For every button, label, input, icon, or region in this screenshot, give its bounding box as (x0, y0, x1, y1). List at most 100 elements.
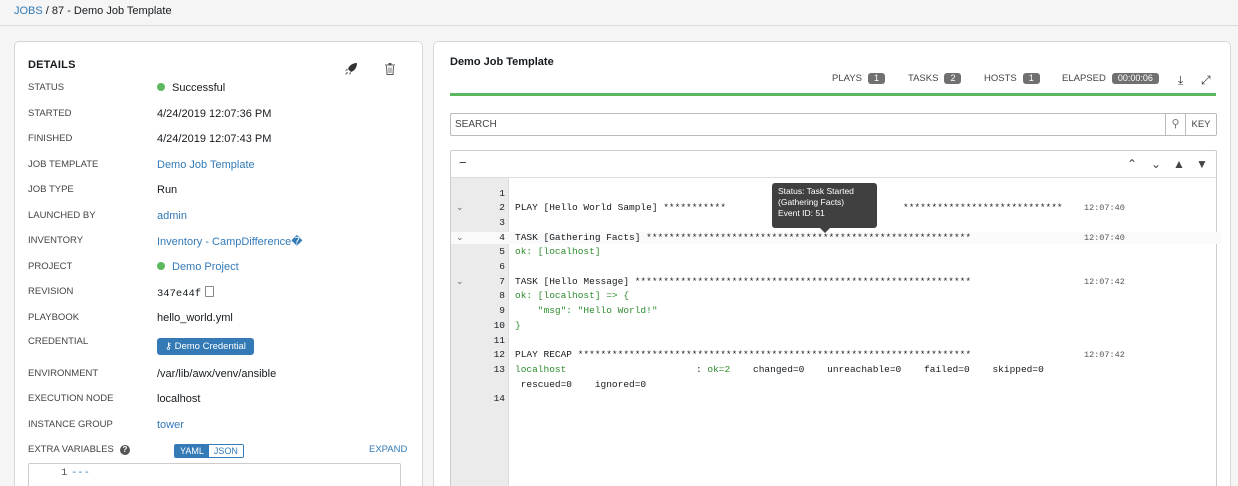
line-text: ok: [localhost] (515, 246, 601, 257)
started-value: 4/24/2019 12:07:36 PM (157, 108, 272, 120)
job-template-link[interactable]: Demo Job Template (157, 159, 255, 171)
credential-label: CREDENTIAL (28, 336, 89, 347)
started-row: STARTED 4/24/2019 12:07:36 PM (28, 108, 408, 124)
line-text: TASK [Hello Message] *******************… (515, 276, 972, 287)
status-row: STATUS Successful (28, 82, 408, 98)
environment-row: ENVIRONMENT /var/lib/awx/venv/ansible (28, 368, 408, 384)
hosts-count: HOSTS 1 (984, 73, 1040, 84)
breadcrumb-jobs-link[interactable]: JOBS (14, 5, 43, 17)
output-line: ⌄ 4 TASK [Gathering Facts] ***************… (451, 232, 1221, 244)
download-icon[interactable]: ⤓ (1178, 73, 1183, 88)
line-number: 9 (499, 305, 505, 316)
key-icon: ⚷ (165, 341, 175, 352)
output-line: 8 ok: [localhost] => { (451, 290, 1221, 302)
line-number: 8 (499, 290, 505, 301)
output-line: 14 (451, 393, 1221, 405)
yaml-toggle[interactable]: YAML (175, 445, 209, 457)
line-number: 7 (499, 276, 505, 287)
chevron-down-icon[interactable]: ⌄ (456, 202, 464, 214)
copy-icon[interactable] (205, 286, 215, 297)
breadcrumb-separator: / (45, 5, 49, 17)
output-title: Demo Job Template (450, 56, 554, 68)
line-number: 10 (493, 320, 505, 331)
execution-node-label: EXECUTION NODE (28, 393, 114, 404)
environment-value: /var/lib/awx/venv/ansible (157, 368, 277, 380)
output-line: rescued=0 ignored=0 (451, 379, 1221, 391)
output-line: 5 ok: [localhost] (451, 246, 1221, 258)
editor-line-number: 1 (61, 467, 68, 479)
inventory-label: INVENTORY (28, 235, 84, 246)
breadcrumb: JOBS / 87 - Demo Job Template (14, 5, 172, 17)
delete-trash-icon[interactable] (385, 63, 395, 75)
line-number: 3 (499, 217, 505, 228)
playbook-label: PLAYBOOK (28, 312, 80, 323)
line-timestamp: 12:07:40 (1084, 233, 1125, 243)
elapsed-count: ELAPSED 00:00:06 (1062, 73, 1159, 84)
scroll-down-icon[interactable]: ⌄ (1151, 157, 1161, 171)
plays-count: PLAYS 1 (832, 73, 885, 84)
output-line: 6 (451, 261, 1221, 273)
scroll-up-icon[interactable]: ⌃ (1127, 157, 1137, 171)
console-toolbar: − ⌃ ⌄ ▲ ▼ (451, 151, 1216, 178)
format-toggle: YAML JSON (174, 444, 244, 458)
editor-content: --- (71, 467, 90, 479)
credential-row: CREDENTIAL ⚷ Demo Credential (28, 336, 408, 355)
status-value: Successful (157, 82, 225, 94)
instance-group-link[interactable]: tower (157, 419, 184, 431)
revision-row: REVISION 347e44f (28, 286, 408, 302)
chevron-down-icon[interactable]: ⌄ (456, 232, 464, 244)
status-label: STATUS (28, 82, 65, 93)
execution-node-value: localhost (157, 393, 201, 405)
line-text: PLAY RECAP *****************************… (515, 349, 972, 360)
line-text: ok: [localhost] => { (515, 290, 630, 301)
playbook-row: PLAYBOOK hello_world.yml (28, 312, 408, 328)
help-icon[interactable]: ? (119, 445, 130, 455)
revision-value: 347e44f (157, 286, 215, 300)
execution-node-row: EXECUTION NODE localhost (28, 393, 408, 409)
line-text: localhost: ok=2 changed=0 unreachable=0 … (515, 364, 1044, 375)
line-timestamp: 12:07:42 (1084, 350, 1125, 360)
output-line: 12 PLAY RECAP ***************************… (451, 349, 1221, 361)
breadcrumb-current: 87 - Demo Job Template (51, 5, 172, 17)
extra-variables-editor[interactable]: 1 --- (28, 463, 401, 486)
line-text: "msg": "Hello World!" (515, 305, 658, 316)
line-number: 12 (493, 349, 505, 360)
collapse-all-icon[interactable]: − (459, 155, 467, 170)
progress-bar (450, 93, 1216, 96)
output-line: 10} (451, 320, 1221, 332)
extra-variables-row: EXTRA VARIABLES? YAML JSON EXPAND (28, 444, 408, 460)
line-text: rescued=0 ignored=0 (515, 379, 647, 390)
line-text: } (515, 320, 521, 331)
event-tooltip: Status: Task Started (Gathering Facts) E… (772, 183, 877, 233)
finished-row: FINISHED 4/24/2019 12:07:43 PM (28, 133, 408, 149)
project-status-icon (157, 262, 165, 270)
project-row: PROJECT Demo Project (28, 261, 408, 277)
line-number: 13 (493, 364, 505, 375)
started-label: STARTED (28, 108, 72, 119)
finished-label: FINISHED (28, 133, 73, 144)
playbook-value: hello_world.yml (157, 312, 233, 324)
line-number: 14 (493, 393, 505, 404)
fullscreen-icon[interactable]: ⤢ (1201, 73, 1211, 88)
chevron-down-icon[interactable]: ⌄ (456, 276, 464, 288)
job-type-label: JOB TYPE (28, 184, 74, 195)
search-icon[interactable]: ⚲ (1165, 113, 1186, 136)
json-toggle[interactable]: JSON (208, 445, 243, 457)
extra-variables-label: EXTRA VARIABLES? (28, 444, 130, 455)
line-text: TASK [Gathering Facts] *****************… (515, 232, 972, 243)
line-timestamp: 12:07:40 (1084, 203, 1125, 213)
scroll-top-icon[interactable]: ▲ (1173, 157, 1185, 171)
inventory-link[interactable]: Inventory - CampDifference� (157, 235, 303, 248)
environment-label: ENVIRONMENT (28, 368, 99, 379)
search-input[interactable]: SEARCH (450, 113, 1166, 136)
credential-tag[interactable]: ⚷ Demo Credential (157, 338, 254, 355)
project-link[interactable]: Demo Project (157, 261, 239, 273)
revision-label: REVISION (28, 286, 74, 297)
inventory-row: INVENTORY Inventory - CampDifference� (28, 235, 408, 251)
finished-value: 4/24/2019 12:07:43 PM (157, 133, 272, 145)
key-button[interactable]: KEY (1186, 113, 1217, 136)
expand-link[interactable]: EXPAND (369, 444, 407, 455)
relaunch-rocket-icon[interactable] (344, 62, 358, 76)
launched-by-link[interactable]: admin (157, 210, 187, 222)
scroll-bottom-icon[interactable]: ▼ (1196, 157, 1208, 171)
